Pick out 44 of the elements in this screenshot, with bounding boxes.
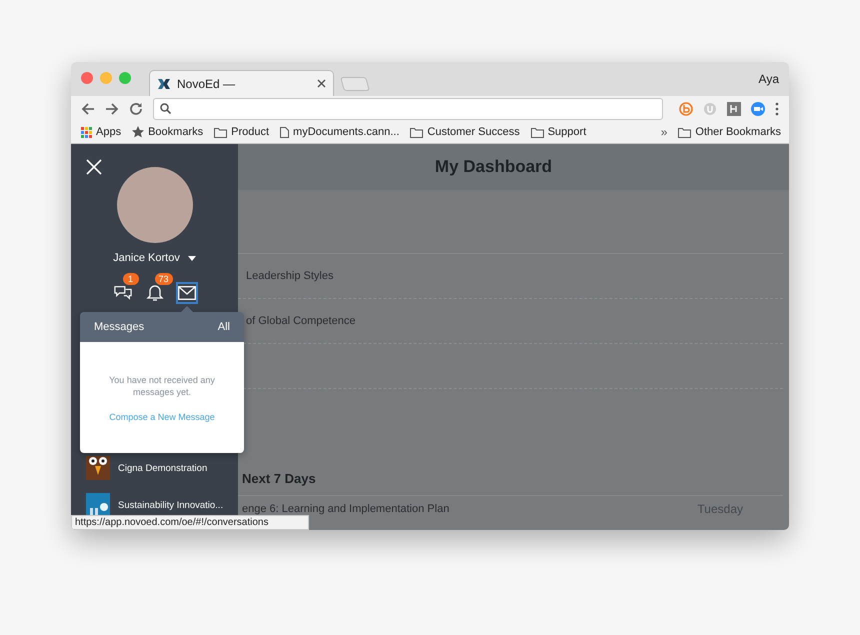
speech-bubbles-icon [114, 284, 132, 302]
bookmark-item[interactable]: Other Bookmarks [678, 126, 781, 138]
tab-title: NovoEd — [177, 76, 236, 90]
browser-tab[interactable]: NovoEd — [149, 70, 334, 96]
bookmark-item[interactable]: myDocuments.cann... [280, 126, 400, 138]
bell-icon [146, 284, 164, 302]
section-heading: Next 7 Days [238, 471, 783, 496]
bookmark-item[interactable]: Bookmarks [132, 126, 204, 138]
back-icon[interactable] [81, 102, 95, 116]
bookmark-item[interactable]: Product [214, 126, 270, 138]
notification-button[interactable] [176, 282, 198, 304]
video-icon[interactable] [751, 102, 765, 116]
logo-icon [157, 76, 171, 90]
bookmark-item[interactable]: Apps [81, 126, 122, 138]
caret-icon [188, 256, 196, 260]
menu-icon[interactable] [775, 102, 779, 116]
course-item[interactable]: Sustainability Innovatio... [86, 493, 238, 517]
folder-icon [678, 126, 692, 138]
profile-name[interactable]: Aya [758, 72, 779, 86]
folder-icon [410, 126, 424, 138]
overflow-chevron[interactable]: » [660, 125, 668, 139]
empty-message: You have not received any messages yet. [108, 374, 216, 398]
course-item[interactable]: Cigna Demonstration [86, 456, 238, 480]
folder-icon [530, 126, 544, 138]
count-badge: 73 [154, 273, 173, 285]
bookmark-item[interactable]: Support [530, 126, 586, 138]
search-icon [160, 103, 171, 114]
apps-grid-icon [81, 126, 92, 138]
popover-title: Messages [94, 321, 144, 333]
count-badge: 1 [122, 273, 138, 285]
status-url: https://app.novoed.com/oe/#!/conversations [71, 515, 309, 530]
page-icon [280, 126, 290, 138]
user-menu[interactable]: Janice Kortov [113, 252, 196, 264]
page-title: My Dashboard [434, 157, 552, 177]
bookmark-item[interactable]: Customer Success [410, 126, 520, 138]
owl-icon [86, 456, 110, 480]
forward-icon[interactable] [105, 102, 119, 116]
star-icon [132, 126, 144, 138]
folder-icon [214, 126, 228, 138]
mail-icon [178, 286, 196, 300]
close-icon[interactable] [317, 79, 326, 88]
reload-icon[interactable] [129, 102, 143, 116]
all-link[interactable]: All [218, 321, 230, 333]
extension-icon[interactable] [727, 102, 741, 116]
